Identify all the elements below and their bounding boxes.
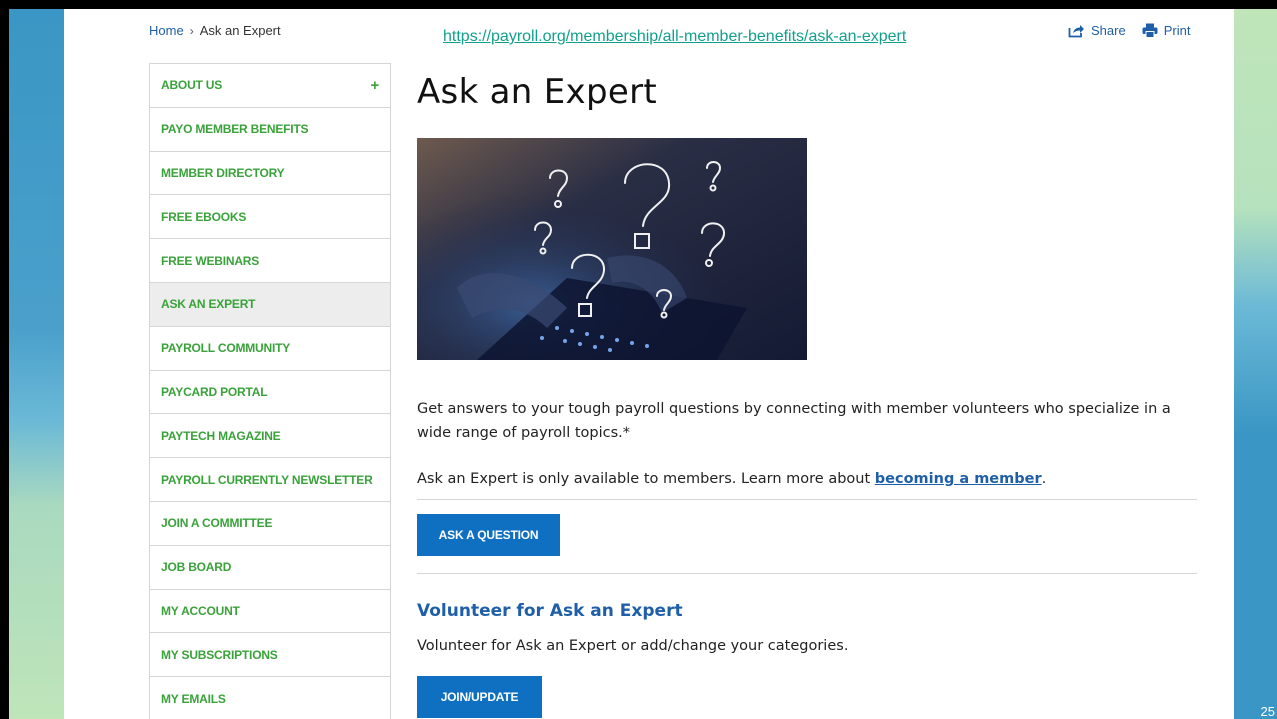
sidebar-item-my-account[interactable]: MY ACCOUNT: [150, 589, 390, 634]
sidebar-item-label: PAYO MEMBER BENEFITS: [161, 122, 309, 137]
sidebar-item-free-ebooks[interactable]: FREE EBOOKS: [150, 195, 390, 240]
sidebar-item-about-us[interactable]: ABOUT US +: [150, 64, 390, 108]
share-button[interactable]: Share: [1068, 23, 1126, 38]
printer-icon: [1142, 23, 1158, 38]
sidebar-item-label: PAYCARD PORTAL: [161, 384, 268, 399]
sidebar-item-payroll-community[interactable]: PAYROLL COMMUNITY: [150, 326, 390, 371]
breadcrumb-current: Ask an Expert: [199, 23, 281, 38]
sidebar-item-payroll-currently-newsletter[interactable]: PAYROLL CURRENTLY NEWSLETTER: [150, 458, 390, 502]
slide-left-border: [0, 0, 9, 719]
slide-page-number: 25: [1260, 704, 1275, 719]
sidebar-nav: ABOUT US + PAYO MEMBER BENEFITS MEMBER D…: [149, 63, 391, 719]
sidebar-item-label: MY SUBSCRIPTIONS: [161, 647, 278, 662]
sidebar-item-paytech-magazine[interactable]: PAYTECH MAGAZINE: [150, 414, 390, 459]
sidebar-item-free-webinars[interactable]: FREE WEBINARS: [150, 239, 390, 283]
slide-right-decoration: 25: [1234, 9, 1277, 719]
divider: [417, 573, 1197, 574]
sidebar-item-label: PAYROLL COMMUNITY: [161, 341, 291, 356]
sidebar-item-label: PAYTECH MAGAZINE: [161, 428, 281, 443]
sidebar-item-my-subscriptions[interactable]: MY SUBSCRIPTIONS: [150, 633, 390, 678]
volunteer-heading: Volunteer for Ask an Expert: [417, 601, 683, 621]
share-icon: [1068, 25, 1084, 38]
sidebar-item-payo-member-benefits[interactable]: PAYO MEMBER BENEFITS: [150, 107, 390, 152]
expand-plus-icon[interactable]: +: [370, 77, 379, 94]
sidebar-item-label: JOIN A COMMITTEE: [161, 516, 273, 531]
members-only-end: .: [1041, 471, 1047, 487]
sidebar-item-my-emails[interactable]: MY EMAILS: [150, 677, 390, 719]
sidebar-item-label: MEMBER DIRECTORY: [161, 165, 285, 180]
breadcrumb-separator: ›: [189, 24, 194, 38]
volunteer-text: Volunteer for Ask an Expert or add/chang…: [417, 638, 849, 654]
print-button[interactable]: Print: [1142, 23, 1191, 38]
sidebar-item-label: ABOUT US: [161, 78, 223, 93]
sidebar-item-member-directory[interactable]: MEMBER DIRECTORY: [150, 151, 390, 196]
members-only-text: Ask an Expert is only available to membe…: [417, 467, 1197, 491]
sidebar-item-label: FREE EBOOKS: [161, 209, 247, 224]
sidebar-item-label: JOB BOARD: [161, 560, 232, 575]
divider: [417, 499, 1197, 500]
ask-a-question-button[interactable]: ASK A QUESTION: [417, 514, 560, 556]
sidebar-item-job-board[interactable]: JOB BOARD: [150, 545, 390, 590]
intro-text: Get answers to your tough payroll questi…: [417, 401, 1171, 441]
slide-left-decoration: [9, 9, 64, 719]
page-url[interactable]: https://payroll.org/membership/all-membe…: [443, 28, 906, 46]
sidebar-item-paycard-portal[interactable]: PAYCARD PORTAL: [150, 370, 390, 415]
becoming-member-link[interactable]: becoming a member: [875, 471, 1042, 487]
sidebar-item-label: MY EMAILS: [161, 691, 226, 706]
sidebar-item-label: FREE WEBINARS: [161, 253, 260, 268]
page-title: Ask an Expert: [417, 72, 657, 112]
share-label: Share: [1091, 23, 1126, 38]
print-label: Print: [1163, 23, 1191, 38]
breadcrumb: Home › Ask an Expert: [149, 23, 281, 38]
sidebar-item-join-a-committee[interactable]: JOIN A COMMITTEE: [150, 501, 390, 546]
sidebar-item-label: PAYROLL CURRENTLY NEWSLETTER: [161, 472, 373, 487]
breadcrumb-home-link[interactable]: Home: [149, 23, 184, 38]
sidebar-item-label: MY ACCOUNT: [161, 603, 240, 618]
page-actions: Share Print: [1068, 23, 1190, 38]
sidebar-item-ask-an-expert[interactable]: ASK AN EXPERT: [150, 282, 390, 327]
sidebar-item-label: ASK AN EXPERT: [161, 297, 256, 312]
members-only-label: Ask an Expert is only available to membe…: [417, 471, 871, 487]
join-update-button[interactable]: JOIN/UPDATE: [417, 676, 542, 718]
hero-image: [417, 138, 807, 360]
slide-top-border: [0, 0, 1277, 9]
